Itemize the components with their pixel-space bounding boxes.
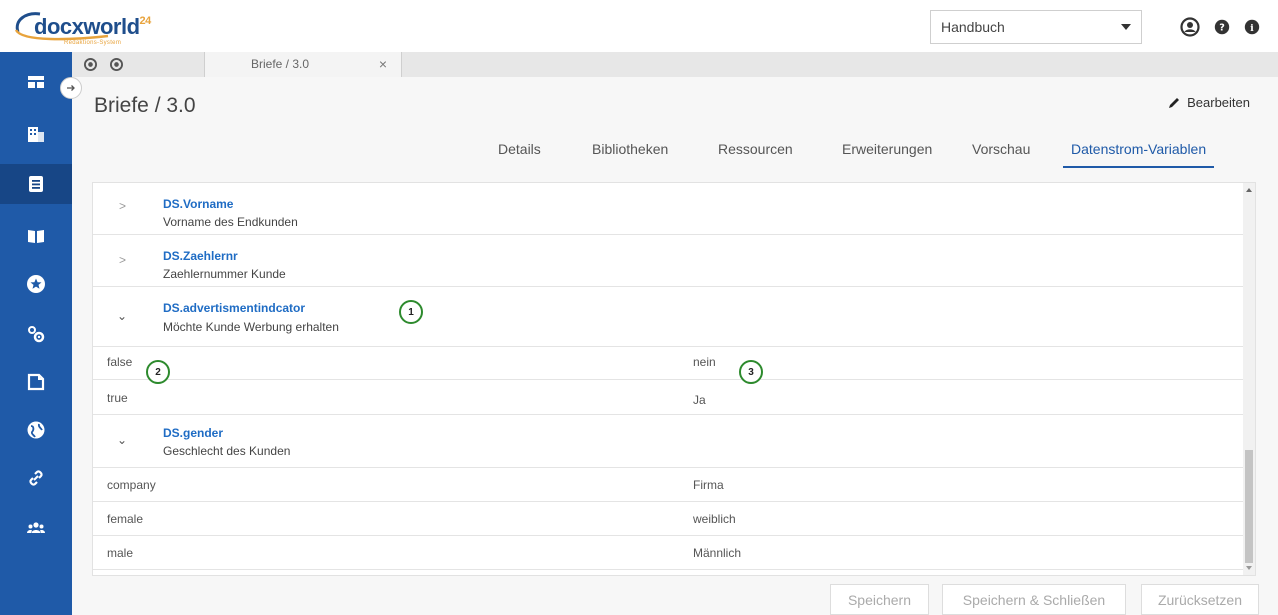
document-tab-label: Briefe / 3.0: [251, 57, 310, 71]
edit-button-label: Bearbeiten: [1187, 95, 1250, 110]
scroll-down-icon[interactable]: [1246, 566, 1252, 570]
variable-description: Geschlecht des Kunden: [163, 444, 291, 458]
variable-row-vorname[interactable]: > DS.Vorname Vorname des Endkunden: [93, 183, 1245, 235]
callout-marker: 2: [146, 360, 170, 384]
variables-list: > DS.Vorname Vorname des Endkunden > DS.…: [92, 182, 1256, 576]
info-icon[interactable]: i: [1244, 17, 1260, 37]
value-key: true: [107, 391, 128, 405]
tab-details[interactable]: Details: [498, 141, 541, 168]
sidebar-item-documents[interactable]: [0, 164, 72, 204]
sidebar-expand-button[interactable]: [60, 77, 82, 99]
variable-name: DS.gender: [163, 426, 224, 440]
svg-text:?: ?: [1219, 23, 1225, 34]
tab-erweiterungen[interactable]: Erweiterungen: [842, 141, 932, 168]
value-label: Männlich: [693, 546, 742, 560]
sidebar-item-languages[interactable]: [0, 410, 72, 450]
document-select-value: Handbuch: [941, 19, 1005, 35]
value-key: male: [107, 546, 134, 560]
value-label: Firma: [693, 478, 724, 492]
tab-bibliotheken[interactable]: Bibliotheken: [592, 141, 668, 168]
tab-scroll-left-icon[interactable]: [84, 58, 97, 71]
page-icon: [27, 373, 45, 391]
svg-text:i: i: [1250, 23, 1254, 34]
page-title: Briefe / 3.0: [94, 94, 196, 117]
scroll-up-icon[interactable]: [1246, 188, 1252, 192]
variable-name: DS.Zaehlernr: [163, 249, 238, 263]
value-label: Ja: [693, 393, 706, 407]
save-and-close-button[interactable]: Speichern & Schließen: [942, 584, 1126, 615]
main-panel: Briefe / 3.0 Bearbeiten Details Biblioth…: [72, 77, 1278, 615]
variable-description: Zaehlernummer Kunde: [163, 267, 286, 281]
document-select[interactable]: Handbuch: [930, 10, 1142, 44]
variable-name: DS.Vorname: [163, 197, 234, 211]
detail-tabs: Details Bibliotheken Ressourcen Erweiter…: [72, 135, 1278, 168]
save-button[interactable]: Speichern: [830, 584, 929, 615]
variable-name: DS.advertismentindcator: [163, 301, 306, 315]
value-row: false nein: [93, 347, 1245, 380]
sidebar-item-library[interactable]: [0, 216, 72, 256]
value-row: company Firma: [93, 468, 1245, 502]
tab-vorschau[interactable]: Vorschau: [972, 141, 1030, 168]
chevron-down-icon[interactable]: ⌄: [117, 433, 127, 447]
building-icon: [28, 127, 44, 142]
sidebar-item-favorites[interactable]: [0, 264, 72, 304]
close-icon[interactable]: ×: [379, 56, 387, 72]
document-tab[interactable]: Briefe / 3.0 ×: [204, 52, 402, 77]
variable-description: Möchte Kunde Werbung erhalten: [163, 320, 339, 334]
sidebar-item-users[interactable]: [0, 508, 72, 548]
user-icon[interactable]: [1180, 17, 1200, 37]
tab-datenstrom-variablen[interactable]: Datenstrom-Variablen: [1063, 141, 1215, 168]
book-icon: [28, 230, 44, 243]
star-icon: [27, 275, 45, 293]
globe-icon: [27, 421, 45, 439]
sidebar-item-pages[interactable]: [0, 362, 72, 402]
value-row: true Ja: [93, 380, 1245, 415]
sidebar-item-settings[interactable]: [0, 314, 72, 354]
scrollbar-thumb[interactable]: [1245, 450, 1253, 563]
tab-scroll-right-icon[interactable]: [110, 58, 123, 71]
edit-button[interactable]: Bearbeiten: [1167, 95, 1250, 110]
logo-subtitle: Redaktions-System: [64, 40, 122, 46]
help-icon[interactable]: ?: [1214, 17, 1230, 37]
chevron-right-icon[interactable]: >: [119, 253, 126, 267]
variable-description: Vorname des Endkunden: [163, 215, 298, 229]
app-logo[interactable]: docxworld24 Redaktions-System: [12, 6, 172, 46]
value-row: male Männlich: [93, 536, 1245, 570]
variable-row-advertismentindcator[interactable]: ⌄ DS.advertismentindcator Möchte Kunde W…: [93, 287, 1245, 347]
top-bar: docxworld24 Redaktions-System Handbuch ?…: [0, 0, 1278, 52]
value-key: company: [107, 478, 156, 492]
sidebar-item-buildings[interactable]: [0, 114, 72, 154]
value-row: female weiblich: [93, 502, 1245, 536]
users-icon: [27, 522, 45, 533]
link-icon: [29, 470, 43, 486]
logo-text: docxworld24: [34, 14, 151, 39]
chevron-down-icon: [1121, 24, 1131, 30]
value-label: weiblich: [693, 512, 736, 526]
dashboard-icon: [28, 76, 44, 88]
callout-marker: 3: [739, 360, 763, 384]
sidebar-item-links[interactable]: [0, 458, 72, 498]
variable-row-gender[interactable]: ⌄ DS.gender Geschlecht des Kunden: [93, 415, 1245, 468]
chevron-right-icon[interactable]: >: [119, 199, 126, 213]
value-key: female: [107, 512, 144, 526]
scrollbar[interactable]: [1243, 183, 1255, 575]
chevron-down-icon[interactable]: ⌄: [117, 309, 127, 323]
value-label: nein: [693, 355, 716, 369]
document-icon: [29, 176, 43, 192]
pencil-icon: [1169, 97, 1180, 108]
value-key: false: [107, 355, 133, 369]
gears-icon: [28, 326, 45, 343]
tab-ressourcen[interactable]: Ressourcen: [718, 141, 793, 168]
reset-button[interactable]: Zurücksetzen: [1141, 584, 1259, 615]
document-tab-bar: Briefe / 3.0 ×: [72, 52, 1278, 77]
variable-row-zaehlernr[interactable]: > DS.Zaehlernr Zaehlernummer Kunde: [93, 235, 1245, 287]
sidebar: [0, 52, 72, 615]
arrow-right-icon: [67, 85, 75, 91]
callout-marker: 1: [399, 300, 423, 324]
